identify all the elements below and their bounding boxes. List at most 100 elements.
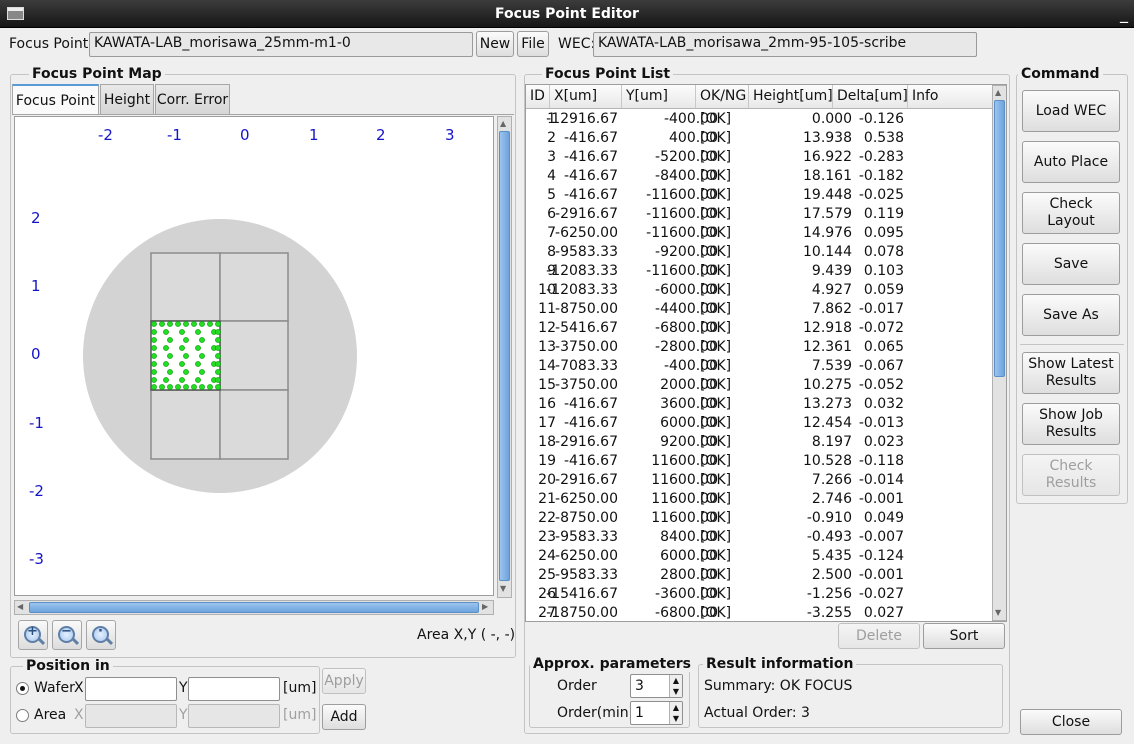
focus-point-marker[interactable]: [195, 329, 201, 335]
table-row[interactable]: 1 -12916.67 -400.00 [OK] 0.000 -0.126: [526, 110, 992, 129]
order-min-spinner[interactable]: 1 ▲ ▼: [630, 701, 683, 725]
table-row[interactable]: 15 -3750.00 2000.00 [OK] 10.275 -0.052: [526, 376, 992, 395]
scroll-up-icon[interactable]: ▲: [995, 88, 1001, 97]
table-row[interactable]: 7 -6250.00 -11600.00 [OK] 14.976 0.095: [526, 224, 992, 243]
focus-point-marker[interactable]: [215, 321, 221, 327]
scroll-left-icon[interactable]: ◀: [17, 602, 23, 611]
column-header-id[interactable]: ID: [526, 85, 550, 109]
focus-point-marker[interactable]: [183, 337, 189, 343]
spinner-arrows-icon[interactable]: ▲ ▼: [669, 675, 682, 697]
map-hscroll-thumb[interactable]: [29, 602, 479, 613]
focus-point-table[interactable]: ID X[um] Y[um] OK/NG Height[um] Delta[um…: [525, 84, 1007, 622]
file-button[interactable]: File: [517, 31, 549, 57]
focus-point-marker[interactable]: [199, 384, 205, 390]
scroll-down-icon[interactable]: ▼: [500, 584, 506, 593]
table-row[interactable]: 23 -9583.33 8400.00 [OK] -0.493 -0.007: [526, 528, 992, 547]
focus-point-marker[interactable]: [167, 337, 173, 343]
focus-point-marker[interactable]: [183, 384, 189, 390]
table-row[interactable]: 21 -6250.00 11600.00 [OK] 2.746 -0.001: [526, 490, 992, 509]
focus-point-marker[interactable]: [179, 377, 185, 383]
new-button[interactable]: New: [476, 31, 514, 57]
zoom-in-button[interactable]: +: [18, 620, 48, 650]
map-vscroll-thumb[interactable]: [499, 131, 510, 581]
focus-point-marker[interactable]: [163, 345, 169, 351]
zoom-fit-button[interactable]: ·: [86, 620, 116, 650]
focus-point-marker[interactable]: [179, 345, 185, 351]
focus-point-marker[interactable]: [191, 321, 197, 327]
table-row[interactable]: 10 -12083.33 -6000.00 [OK] 4.927 0.059: [526, 281, 992, 300]
focus-point-marker[interactable]: [183, 369, 189, 375]
minimize-icon[interactable]: _: [1120, 4, 1128, 23]
wafer-radio[interactable]: [16, 682, 29, 695]
check-layout-button[interactable]: Check Layout: [1022, 192, 1120, 234]
zoom-out-button[interactable]: −: [52, 620, 82, 650]
table-row[interactable]: 20 -2916.67 11600.00 [OK] 7.266 -0.014: [526, 471, 992, 490]
focus-point-marker[interactable]: [151, 353, 157, 359]
focus-point-marker[interactable]: [151, 384, 157, 390]
focus-point-marker[interactable]: [151, 369, 157, 375]
wafer-map[interactable]: [15, 117, 493, 595]
focus-point-marker[interactable]: [175, 384, 181, 390]
table-row[interactable]: 3 -416.67 -5200.00 [OK] 16.922 -0.283: [526, 148, 992, 167]
save-as-button[interactable]: Save As: [1022, 294, 1120, 336]
table-row[interactable]: 24 -6250.00 6000.00 [OK] 5.435 -0.124: [526, 547, 992, 566]
auto-place-button[interactable]: Auto Place: [1022, 141, 1120, 183]
focus-point-marker[interactable]: [159, 321, 165, 327]
focus-point-marker[interactable]: [163, 329, 169, 335]
focus-point-marker[interactable]: [151, 361, 157, 367]
focus-point-marker[interactable]: [167, 384, 173, 390]
focus-point-marker[interactable]: [191, 384, 197, 390]
focus-point-marker[interactable]: [207, 384, 213, 390]
focus-point-marker[interactable]: [151, 345, 157, 351]
table-row[interactable]: 2 -416.67 400.00 [OK] 13.938 0.538: [526, 129, 992, 148]
focus-point-marker[interactable]: [195, 345, 201, 351]
focus-point-marker[interactable]: [151, 321, 157, 327]
wafer-x-input[interactable]: [85, 677, 177, 701]
scroll-right-icon[interactable]: ▶: [482, 602, 488, 611]
focus-point-marker[interactable]: [167, 369, 173, 375]
check-results-button[interactable]: Check Results: [1022, 454, 1120, 496]
table-row[interactable]: 12 -5416.67 -6800.00 [OK] 12.918 -0.072: [526, 319, 992, 338]
focus-point-marker[interactable]: [159, 384, 165, 390]
column-header-height[interactable]: Height[um]: [749, 85, 833, 109]
column-header-info[interactable]: Info: [908, 85, 992, 109]
table-row[interactable]: 22 -8750.00 11600.00 [OK] -0.910 0.049: [526, 509, 992, 528]
focus-point-marker[interactable]: [167, 321, 173, 327]
save-button[interactable]: Save: [1022, 243, 1120, 285]
focus-point-marker[interactable]: [215, 353, 221, 359]
add-button[interactable]: Add: [322, 704, 366, 730]
focus-point-marker[interactable]: [163, 377, 169, 383]
column-header-ok-ng[interactable]: OK/NG: [696, 85, 749, 109]
focus-point-marker[interactable]: [199, 369, 205, 375]
sort-button[interactable]: Sort: [923, 623, 1005, 649]
focus-point-marker[interactable]: [215, 369, 221, 375]
list-vscroll-thumb[interactable]: [994, 100, 1005, 377]
column-header-delta[interactable]: Delta[um]: [833, 85, 908, 109]
table-row[interactable]: 27 -18750.00 -6800.00 [OK] -3.255 0.027: [526, 604, 992, 621]
map-horizontal-scrollbar[interactable]: ◀ ▶: [14, 600, 494, 615]
focus-point-marker[interactable]: [151, 329, 157, 335]
column-header-x[interactable]: X[um]: [550, 85, 622, 109]
table-row[interactable]: 6 -2916.67 -11600.00 [OK] 17.579 0.119: [526, 205, 992, 224]
wafer-y-input[interactable]: [188, 677, 280, 701]
focus-point-marker[interactable]: [151, 377, 157, 383]
list-vertical-scrollbar[interactable]: ▲ ▼: [992, 85, 1006, 621]
area-x-input[interactable]: [85, 704, 177, 728]
close-button[interactable]: Close: [1020, 709, 1122, 735]
table-row[interactable]: 14 -7083.33 -400.00 [OK] 7.539 -0.067: [526, 357, 992, 376]
focus-point-marker[interactable]: [199, 353, 205, 359]
focus-point-marker[interactable]: [183, 353, 189, 359]
focus-point-marker[interactable]: [179, 329, 185, 335]
focus-point-marker[interactable]: [195, 377, 201, 383]
area-radio[interactable]: [16, 709, 29, 722]
focus-point-marker[interactable]: [215, 345, 221, 351]
tab-focus-point[interactable]: Focus Point: [12, 84, 99, 115]
column-header-y[interactable]: Y[um]: [622, 85, 696, 109]
show-job-results-button[interactable]: Show Job Results: [1022, 403, 1120, 445]
map-vertical-scrollbar[interactable]: ▲ ▼: [497, 116, 512, 598]
focus-point-marker[interactable]: [175, 321, 181, 327]
focus-point-marker[interactable]: [199, 321, 205, 327]
focus-point-marker[interactable]: [199, 337, 205, 343]
focus-point-marker[interactable]: [215, 377, 221, 383]
order-spinner[interactable]: 3 ▲ ▼: [630, 674, 683, 698]
